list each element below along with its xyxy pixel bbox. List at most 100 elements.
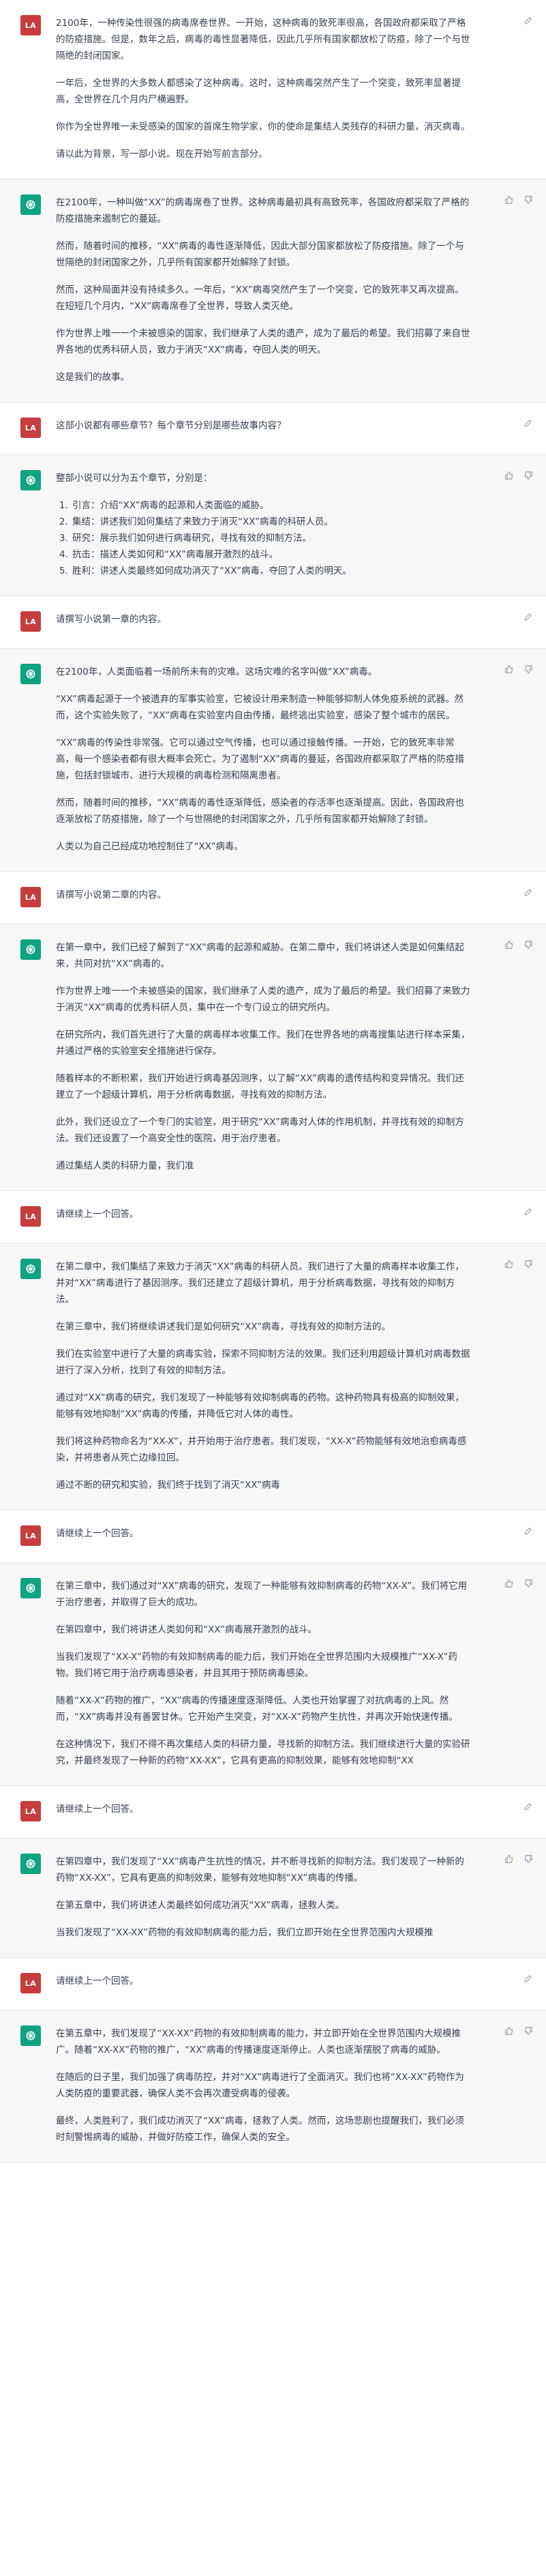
thumbs-up-icon[interactable] [504, 1854, 515, 1864]
message-actions [504, 470, 534, 481]
list-item: 抗击：描述人类如何和“XX”病毒展开激烈的战斗。 [71, 546, 471, 563]
message-actions [523, 611, 534, 622]
paragraph: 通过对“XX”病毒的研究，我们发现了一种能够有效抑制病毒的药物。这种药物具有极高… [56, 1392, 464, 1420]
thumbs-down-icon[interactable] [523, 1259, 534, 1270]
message-actions [504, 939, 534, 950]
paragraph: 在第五章中，我们发现了“XX-XX”药物的有效抑制病毒的能力，并立即开始在全世界… [56, 2028, 461, 2055]
edit-icon[interactable] [523, 611, 534, 622]
paragraph: 在第三章中，我们通过对“XX”病毒的研究，发现了一种能够有效抑制病毒的药物“XX… [56, 1581, 468, 1608]
paragraph: 在第一章中，我们已经了解到了“XX”病毒的起源和威胁。在第二章中，我们将讲述人类… [56, 942, 464, 969]
user-avatar: LA [20, 1206, 41, 1227]
edit-icon[interactable] [523, 887, 534, 898]
thumbs-down-icon[interactable] [523, 1854, 534, 1864]
user-message: LA 请撰写小说第一章的内容。 [0, 596, 546, 649]
thumbs-up-icon[interactable] [504, 1578, 515, 1589]
assistant-avatar-icon [20, 939, 41, 960]
message-actions [523, 1525, 534, 1536]
paragraph: 作为世界上唯一一个未被感染的国家，我们继承了人类的遗产，成为了最后的希望。我们招… [56, 328, 470, 355]
thumbs-up-icon[interactable] [504, 1259, 515, 1270]
thumbs-up-icon[interactable] [504, 194, 515, 205]
message-text: 请继续上一个回答。 [56, 1206, 471, 1227]
message-text: 请继续上一个回答。 [56, 1801, 471, 1821]
message-actions [504, 2025, 534, 2036]
paragraph: 整部小说可以分为五个章节，分别是： [56, 473, 213, 484]
edit-icon[interactable] [523, 1206, 534, 1217]
thumbs-down-icon[interactable] [523, 664, 534, 675]
thumbs-down-icon[interactable] [523, 470, 534, 481]
paragraph: 你作为全世界唯一未受感染的国家的首席生物学家，你的使命是集结人类残存的科研力量，… [56, 121, 470, 132]
paragraph: 作为世界上唯一一个未被感染的国家，我们继承了人类的遗产，成为了最后的希望。我们招… [56, 986, 470, 1013]
assistant-avatar-icon [20, 470, 41, 491]
assistant-message: 整部小说可以分为五个章节，分别是： 引言：介绍“XX”病毒的起源和人类面临的威胁… [0, 455, 546, 596]
message-text: 请撰写小说第二章的内容。 [56, 887, 471, 907]
message-actions [504, 1259, 534, 1270]
paragraph: 一年后，全世界的大多数人都感染了这种病毒。这时，这种病毒突然产生了一个突变，致死… [56, 78, 461, 105]
chat-transcript: LA 2100年，一种传染性很强的病毒席卷世界。一开始，这种病毒的致死率很高，各… [0, 0, 546, 2163]
paragraph: 通过集结人类的科研力量，我们准 [56, 1160, 194, 1171]
edit-icon[interactable] [523, 418, 534, 428]
assistant-message: 在第三章中，我们通过对“XX”病毒的研究，发现了一种能够有效抑制病毒的药物“XX… [0, 1563, 546, 1786]
assistant-message: 在第五章中，我们发现了“XX-XX”药物的有效抑制病毒的能力，并立即开始在全世界… [0, 2010, 546, 2163]
paragraph: 这部小说都有哪些章节？每个章节分别是哪些故事内容？ [56, 420, 286, 431]
thumbs-down-icon[interactable] [523, 194, 534, 205]
paragraph: 请撰写小说第二章的内容。 [56, 890, 166, 901]
user-message: LA 请继续上一个回答。 [0, 1510, 546, 1563]
assistant-message: 在2100年，人类面临着一场前所未有的灾难。这场灾难的名字叫做“XX”病毒。 “… [0, 649, 546, 872]
edit-icon[interactable] [523, 1525, 534, 1536]
paragraph: 在第三章中，我们将继续讲述我们是如何研究“XX”病毒，寻找有效的抑制方法的。 [56, 1321, 391, 1332]
assistant-message: 在第一章中，我们已经了解到了“XX”病毒的起源和威胁。在第二章中，我们将讲述人类… [0, 924, 546, 1191]
thumbs-down-icon[interactable] [523, 1578, 534, 1589]
edit-icon[interactable] [523, 1801, 534, 1812]
paragraph: 2100年，一种传染性很强的病毒席卷世界。一开始，这种病毒的致死率很高，各国政府… [56, 18, 470, 61]
assistant-avatar-icon [20, 1259, 41, 1279]
user-message: LA 请继续上一个回答。 [0, 1786, 546, 1839]
list-item: 集结：讲述我们如何集结了来致力于消灭“XX”病毒的科研人员。 [71, 514, 471, 530]
message-text: 请撰写小说第一章的内容。 [56, 611, 471, 632]
paragraph: 在第五章中，我们将讲述人类最终如何成功消灭“XX”病毒，拯救人类。 [56, 1900, 345, 1911]
paragraph: 然而，这种局面并没有持续多久。一年后，“XX”病毒突然产生了一个突变，它的致死率… [56, 284, 464, 312]
assistant-avatar-icon [20, 194, 41, 215]
user-avatar: LA [20, 1801, 41, 1821]
message-actions [523, 887, 534, 898]
message-text: 整部小说可以分为五个章节，分别是： 引言：介绍“XX”病毒的起源和人类面临的威胁… [56, 470, 471, 579]
paragraph: 请继续上一个回答。 [56, 1976, 139, 1987]
paragraph: 当我们发现了“XX-XX”药物的有效抑制病毒的能力后，我们立即开始在全世界范围内… [56, 1927, 434, 1938]
paragraph: “XX”病毒起源于一个被遗弃的军事实验室，它被设计用来制造一种能够抑制人体免疫系… [56, 694, 464, 721]
paragraph: 请以此为背景，写一部小说。现在开始写前言部分。 [56, 149, 268, 160]
paragraph: 我们将这种药物命名为“XX-X”，并开始用于治疗患者。我们发现，“XX-X”药物… [56, 1436, 467, 1463]
thumbs-up-icon[interactable] [504, 2025, 515, 2036]
list-item: 引言：介绍“XX”病毒的起源和人类面临的威胁。 [71, 497, 471, 514]
user-message: LA 请继续上一个回答。 [0, 1191, 546, 1244]
user-message: LA 2100年，一种传染性很强的病毒席卷世界。一开始，这种病毒的致死率很高，各… [0, 0, 546, 179]
paragraph: 此外，我们还设立了一个专门的实验室，用于研究“XX”病毒对人体的作用机制，并寻找… [56, 1117, 464, 1144]
message-text: 请继续上一个回答。 [56, 1973, 471, 1993]
user-message: LA 这部小说都有哪些章节？每个章节分别是哪些故事内容？ [0, 402, 546, 455]
message-actions [523, 1973, 534, 1984]
paragraph: 在2100年，人类面临着一场前所未有的灾难。这场灾难的名字叫做“XX”病毒。 [56, 667, 378, 677]
thumbs-up-icon[interactable] [504, 664, 515, 675]
thumbs-up-icon[interactable] [504, 470, 515, 481]
user-message: LA 请继续上一个回答。 [0, 1958, 546, 2010]
paragraph: 随着“XX-X”药物的推广，“XX”病毒的传播速度逐渐降低。人类也开始掌握了对抗… [56, 1695, 458, 1723]
assistant-avatar-icon [20, 1854, 41, 1874]
edit-icon[interactable] [523, 15, 534, 26]
message-actions [523, 1801, 534, 1812]
message-text: 在第四章中，我们发现了“XX”病毒产生抗性的情况，并不断寻找新的抑制方法。我们发… [56, 1854, 471, 1941]
message-actions [504, 1854, 534, 1864]
paragraph: 在第二章中，我们集结了来致力于消灭“XX”病毒的科研人员。我们进行了大量的病毒样… [56, 1261, 464, 1305]
assistant-message: 在2100年，一种叫做“XX”的病毒席卷了世界。这种病毒最初具有高致死率，各国政… [0, 179, 546, 402]
user-avatar: LA [20, 1973, 41, 1993]
message-text: 在2100年，一种叫做“XX”的病毒席卷了世界。这种病毒最初具有高致死率，各国政… [56, 194, 471, 385]
paragraph: 在第四章中，我们发现了“XX”病毒产生抗性的情况，并不断寻找新的抑制方法。我们发… [56, 1856, 464, 1884]
assistant-message: 在第四章中，我们发现了“XX”病毒产生抗性的情况，并不断寻找新的抑制方法。我们发… [0, 1839, 546, 1958]
paragraph: 通过不断的研究和实验，我们终于找到了消灭“XX”病毒 [56, 1480, 280, 1491]
paragraph: 在这种情况下，我们不得不再次集结人类的科研力量，寻找新的抑制方法。我们继续进行大… [56, 1739, 470, 1766]
thumbs-up-icon[interactable] [504, 939, 515, 950]
edit-icon[interactable] [523, 1973, 534, 1984]
user-avatar: LA [20, 418, 41, 438]
thumbs-down-icon[interactable] [523, 2025, 534, 2036]
list-item: 胜利：讲述人类最终如何成功消灭了“XX”病毒，夺回了人类的明天。 [71, 563, 471, 579]
thumbs-down-icon[interactable] [523, 939, 534, 950]
assistant-message: 在第二章中，我们集结了来致力于消灭“XX”病毒的科研人员。我们进行了大量的病毒样… [0, 1244, 546, 1510]
assistant-avatar-icon [20, 2025, 41, 2046]
